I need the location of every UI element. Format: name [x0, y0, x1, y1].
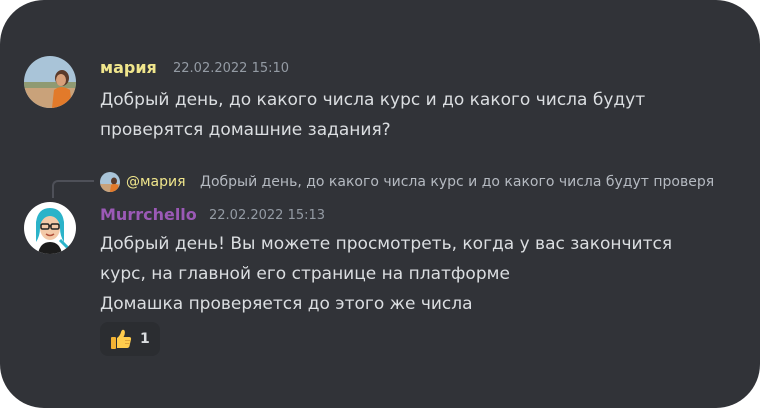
reply-snippet[interactable]: Добрый день, до какого числа курс и до к…: [200, 172, 714, 192]
avatar-murrchello-image: [24, 202, 76, 254]
chat-panel: мария 22.02.2022 15:10 Добрый день, до к…: [0, 0, 760, 408]
message-timestamp: 22.02.2022 15:10: [173, 61, 290, 76]
message-text: Добрый день, до какого числа курс и до к…: [100, 90, 646, 140]
reaction-thumbs-up[interactable]: 1: [100, 322, 160, 356]
author-name[interactable]: Murrchello: [100, 205, 197, 225]
message-text: Добрый день! Вы можете просмотреть, когд…: [100, 234, 673, 314]
thumbs-up-icon: [111, 329, 132, 349]
reply-avatar: [100, 172, 120, 192]
avatar-murrchello[interactable]: [24, 202, 76, 254]
reply-avatar-image: [100, 172, 120, 192]
message-timestamp: 22.02.2022 15:13: [209, 208, 326, 223]
reply-mention[interactable]: @мария: [126, 172, 186, 192]
author-name[interactable]: мария: [100, 58, 157, 78]
avatar-maria[interactable]: [24, 56, 76, 108]
reaction-count: 1: [140, 331, 150, 347]
reply-connector: [52, 180, 94, 198]
avatar-maria-image: [24, 56, 76, 108]
